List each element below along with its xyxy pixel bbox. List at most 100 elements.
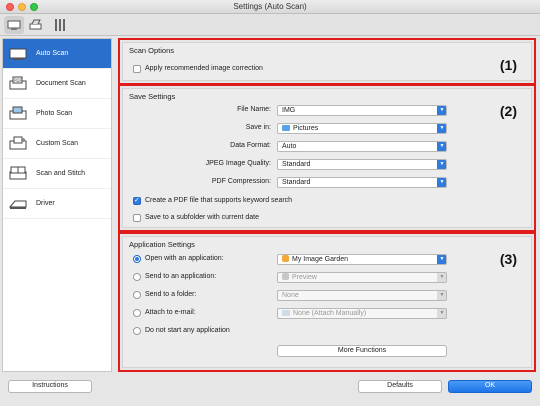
save-in-value: Pictures (293, 125, 319, 132)
toolbar (0, 14, 540, 36)
window-title: Settings (Auto Scan) (233, 2, 307, 11)
title-bar: Settings (Auto Scan) (0, 0, 540, 14)
sidebar-item-custom-scan[interactable]: Custom Scan (3, 129, 111, 159)
chevron-down-icon: ▼ (437, 273, 446, 282)
file-name-label: File Name: (237, 106, 271, 113)
send-to-app-radio[interactable] (133, 273, 141, 281)
data-format-label: Data Format: (230, 142, 271, 149)
chevron-down-icon: ▼ (437, 160, 446, 169)
save-settings-group: Save Settings (2) File Name: IMG ▼ Save … (122, 88, 532, 228)
scanner-panel-icon (29, 19, 42, 30)
apply-correction-checkbox[interactable] (133, 65, 141, 73)
zoom-window-button[interactable] (30, 3, 38, 11)
application-settings-group: Application Settings (3) Open with an ap… (122, 236, 532, 368)
chevron-down-icon: ▼ (437, 106, 446, 115)
ok-button[interactable]: OK (448, 380, 532, 393)
sidebar-item-label: Document Scan (36, 80, 86, 87)
create-pdf-label: Create a PDF file that supports keyword … (145, 197, 293, 204)
attach-email-select[interactable]: None (Attach Manually) ▼ (277, 308, 447, 319)
pdf-compression-label: PDF Compression: (211, 178, 271, 185)
file-name-value: IMG (282, 107, 296, 114)
send-to-app-value: Preview (292, 274, 317, 281)
scanner-computer-icon (7, 20, 21, 30)
do-not-start-radio[interactable] (133, 327, 141, 335)
application-settings-panel: Application Settings (3) Open with an ap… (118, 232, 536, 372)
data-format-select[interactable]: Auto ▼ (277, 141, 447, 152)
pdf-compression-select[interactable]: Standard ▼ (277, 177, 447, 188)
folder-icon (282, 125, 290, 131)
do-not-start-label: Do not start any application (145, 327, 230, 334)
sidebar-item-driver[interactable]: Driver (3, 189, 111, 219)
open-with-app-value: My Image Garden (292, 256, 349, 263)
apply-correction-label: Apply recommended image correction (145, 65, 263, 72)
chevron-down-icon: ▼ (437, 309, 446, 318)
close-window-button[interactable] (6, 3, 14, 11)
send-to-app-select[interactable]: Preview ▼ (277, 272, 447, 283)
scan-from-panel-tab[interactable] (26, 16, 46, 34)
jpeg-quality-select[interactable]: Standard ▼ (277, 159, 447, 170)
send-to-app-label: Send to an application: (145, 273, 217, 280)
file-name-select[interactable]: IMG ▼ (277, 105, 447, 116)
sidebar-item-auto-scan[interactable]: Auto Scan (3, 39, 111, 69)
jpeg-quality-label: JPEG Image Quality: (205, 160, 271, 167)
driver-icon (7, 195, 29, 213)
sidebar-item-document-scan[interactable]: PDF Document Scan (3, 69, 111, 99)
sidebar-item-label: Custom Scan (36, 140, 79, 147)
scan-and-stitch-icon (7, 165, 29, 183)
jpeg-quality-value: Standard (282, 161, 311, 168)
chevron-down-icon: ▼ (437, 255, 446, 264)
data-format-value: Auto (282, 143, 297, 150)
sidebar-item-label: Photo Scan (36, 110, 73, 117)
save-subfolder-label: Save to a subfolder with current date (145, 214, 260, 221)
save-settings-panel: Save Settings (2) File Name: IMG ▼ Save … (118, 84, 536, 232)
attach-email-radio[interactable] (133, 309, 141, 317)
application-settings-title: Application Settings (129, 240, 195, 249)
my-image-garden-icon (282, 255, 289, 262)
chevron-down-icon: ▼ (437, 291, 446, 300)
photo-scan-icon (7, 105, 29, 123)
sidebar-item-label: Driver (36, 200, 55, 207)
instructions-button[interactable]: Instructions (8, 380, 92, 393)
create-pdf-checkbox[interactable] (133, 196, 141, 205)
sidebar: Auto Scan PDF Document Scan Photo Scan C… (2, 38, 112, 372)
document-scan-icon: PDF (7, 75, 29, 93)
save-subfolder-checkbox[interactable] (133, 214, 141, 222)
attach-email-label: Attach to e-mail: (145, 309, 196, 316)
general-settings-tab[interactable] (50, 16, 70, 34)
pdf-compression-value: Standard (282, 179, 311, 186)
section-marker-1: (1) (499, 57, 517, 73)
save-settings-title: Save Settings (129, 92, 176, 101)
sidebar-item-label: Scan and Stitch (36, 170, 86, 177)
sidebar-item-scan-and-stitch[interactable]: Scan and Stitch (3, 159, 111, 189)
scan-options-title: Scan Options (129, 46, 175, 55)
sidebar-item-label: Auto Scan (36, 50, 69, 57)
preview-app-icon (282, 273, 289, 280)
open-with-app-radio[interactable] (133, 255, 141, 263)
open-with-app-label: Open with an application: (145, 255, 224, 262)
section-marker-2: (2) (499, 103, 517, 119)
auto-scan-icon (7, 45, 29, 63)
scan-options-group: Scan Options Apply recommended image cor… (122, 42, 532, 81)
minimize-window-button[interactable] (18, 3, 26, 11)
custom-scan-icon (7, 135, 29, 153)
more-functions-button[interactable]: More Functions (277, 345, 447, 357)
save-in-select[interactable]: Pictures ▼ (277, 123, 447, 134)
send-to-folder-radio[interactable] (133, 291, 141, 299)
chevron-down-icon: ▼ (437, 178, 446, 187)
open-with-app-select[interactable]: My Image Garden ▼ (277, 254, 447, 265)
section-marker-3: (3) (499, 251, 517, 267)
scan-options-panel: Scan Options Apply recommended image cor… (118, 38, 536, 85)
scan-from-computer-tab[interactable] (4, 16, 24, 34)
defaults-button[interactable]: Defaults (358, 380, 442, 393)
chevron-down-icon: ▼ (437, 142, 446, 151)
svg-text:PDF: PDF (14, 78, 22, 83)
tools-icon (55, 19, 65, 31)
send-to-folder-value: None (282, 292, 299, 299)
send-to-folder-select[interactable]: None ▼ (277, 290, 447, 301)
sidebar-item-photo-scan[interactable]: Photo Scan (3, 99, 111, 129)
chevron-down-icon: ▼ (437, 124, 446, 133)
attach-email-value: None (Attach Manually) (293, 310, 367, 317)
save-in-label: Save in: (245, 124, 271, 131)
email-icon (282, 310, 290, 316)
send-to-folder-label: Send to a folder: (145, 291, 197, 298)
